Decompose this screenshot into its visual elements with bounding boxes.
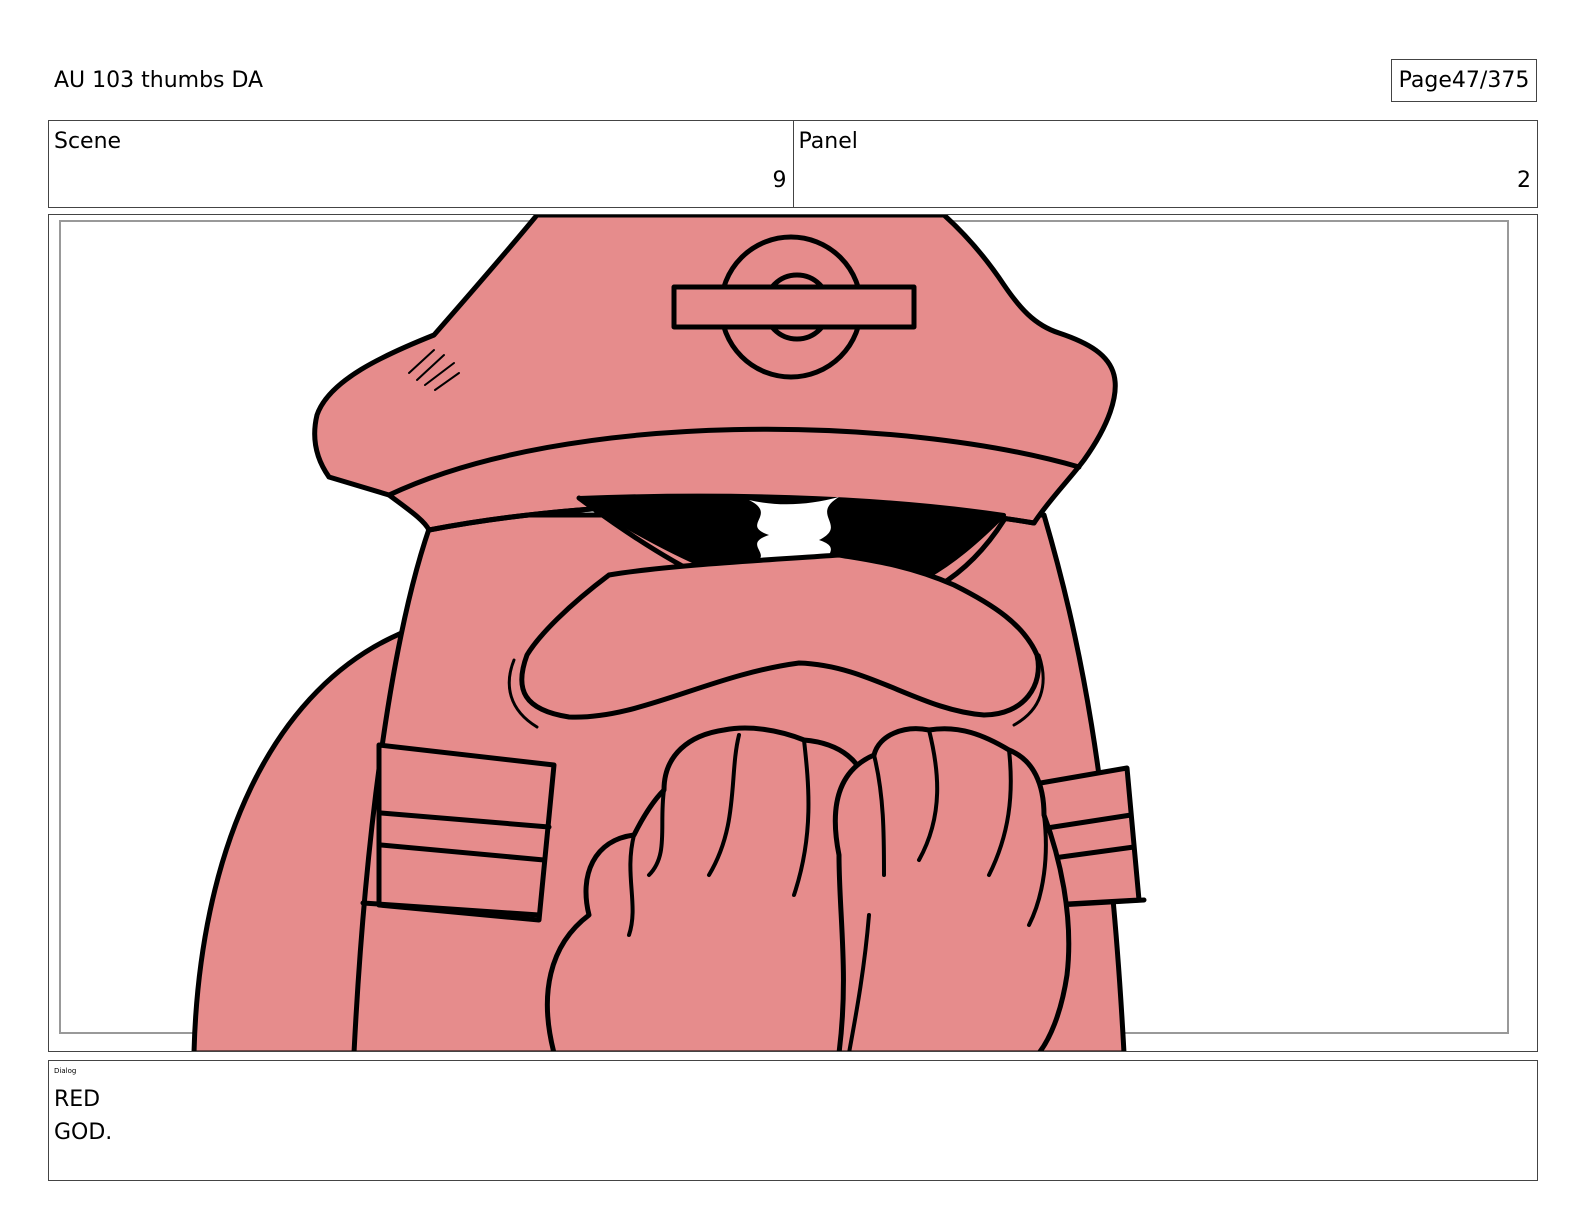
page-indicator: Page 47/375 [1391,59,1537,102]
right-hand [832,726,1072,1051]
left-cuff [376,742,557,923]
scene-label: Scene [54,129,122,154]
hat-emblem-bar [671,284,917,330]
panel-cell: Panel 2 [792,121,1538,207]
panel-label: Panel [798,129,858,154]
page-number: 47/375 [1451,68,1530,93]
character-hat [312,215,1118,533]
storyboard-drawing [59,215,1509,1051]
scene-cell: Scene 9 [49,121,793,207]
scene-value: 9 [772,168,787,193]
document-title: AU 103 thumbs DA [54,68,264,93]
scene-panel-row: Scene 9 Panel 2 [48,120,1538,208]
page-label: Page [1398,68,1452,93]
dialog-label: Dialog [54,1067,77,1075]
dialog-line-2: GOD. [54,1120,113,1145]
dialog-box: Dialog RED GOD. [48,1060,1538,1181]
storyboard-frame [48,214,1538,1052]
panel-value: 2 [1517,168,1531,193]
character-illustration [191,215,1147,1051]
dialog-line-1: RED [54,1087,101,1112]
